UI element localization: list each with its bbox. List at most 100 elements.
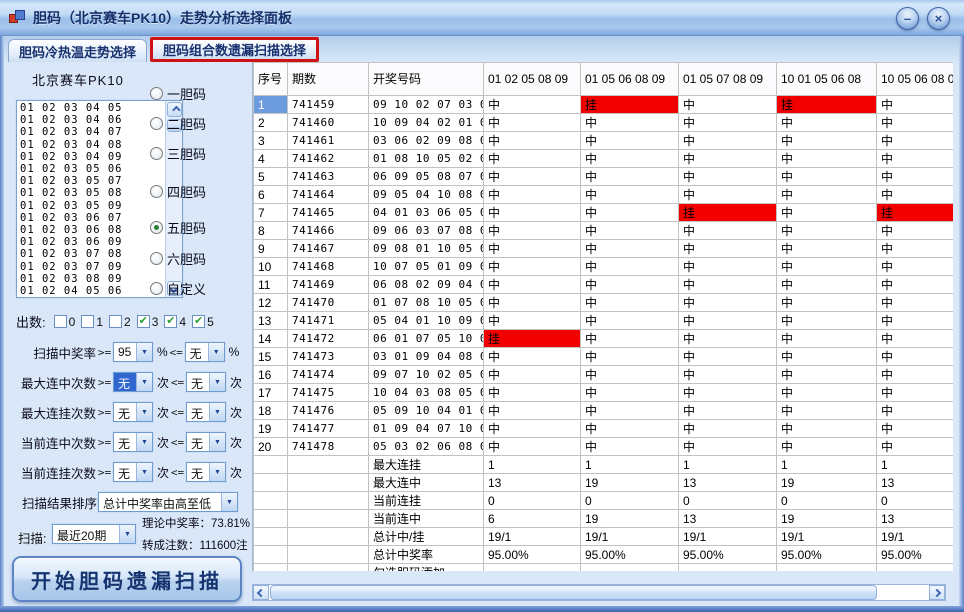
checkbox-out-5[interactable]: ✔5 — [192, 315, 214, 329]
cell-index[interactable]: 10 — [254, 258, 288, 276]
checkbox-out-2[interactable]: 2 — [109, 315, 131, 329]
cell-period[interactable]: 741464 — [288, 186, 369, 204]
cell-period[interactable]: 741472 — [288, 330, 369, 348]
cell-index[interactable]: 3 — [254, 132, 288, 150]
radio-五胆码[interactable]: 五胆码 — [150, 218, 206, 237]
tab-combo-miss-scan[interactable]: 胆码组合数遗漏扫描选择 — [150, 37, 319, 62]
cell-result[interactable]: 中 — [679, 222, 777, 240]
cell-result[interactable]: 中 — [581, 438, 679, 456]
cell-result[interactable]: 中 — [581, 150, 679, 168]
cell-result[interactable]: 挂 — [581, 96, 679, 114]
cell-result[interactable]: 中 — [581, 348, 679, 366]
cell-result[interactable]: 中 — [877, 150, 954, 168]
cell-result[interactable]: 中 — [777, 132, 877, 150]
cell-result[interactable]: 中 — [777, 276, 877, 294]
cell-result[interactable]: 中 — [777, 222, 877, 240]
cell-index[interactable]: 20 — [254, 438, 288, 456]
filter-1-min-dropdown[interactable]: 95▼ — [113, 342, 153, 362]
radio-一胆码[interactable]: 一胆码 — [150, 84, 206, 103]
filter-1-max-dropdown[interactable]: 无▼ — [185, 342, 225, 362]
cell-result[interactable]: 中 — [484, 240, 581, 258]
cell-result[interactable]: 中 — [877, 258, 954, 276]
cell-result[interactable]: 中 — [581, 312, 679, 330]
cell-result[interactable]: 挂 — [877, 204, 954, 222]
cell-result[interactable]: 中 — [679, 168, 777, 186]
cell-result[interactable]: 中 — [777, 258, 877, 276]
cell-result[interactable]: 中 — [484, 132, 581, 150]
cell-draw-numbers[interactable]: 09 07 10 02 05 06 — [369, 366, 484, 384]
cell-result[interactable]: 中 — [679, 366, 777, 384]
cell-draw-numbers[interactable]: 06 01 07 05 10 04 — [369, 330, 484, 348]
filter-5-min-dropdown[interactable]: 无▼ — [113, 462, 153, 482]
scrollbar-track[interactable] — [269, 585, 929, 600]
cell-period[interactable]: 741466 — [288, 222, 369, 240]
cell-result[interactable]: 中 — [777, 204, 877, 222]
cell-result[interactable]: 中 — [484, 150, 581, 168]
chevron-down-icon[interactable]: ▼ — [136, 433, 152, 451]
cell-result[interactable]: 中 — [877, 96, 954, 114]
cell-draw-numbers[interactable]: 10 04 03 08 05 01 — [369, 384, 484, 402]
cell-result[interactable]: 中 — [777, 330, 877, 348]
cell-result[interactable]: 中 — [777, 348, 877, 366]
radio-自定义[interactable]: 自定义 — [150, 279, 206, 298]
cell-draw-numbers[interactable]: 01 09 04 07 10 05 — [369, 420, 484, 438]
cell-draw-numbers[interactable]: 06 09 05 08 07 04 — [369, 168, 484, 186]
cell-result[interactable]: 中 — [581, 276, 679, 294]
cell-result[interactable]: 中 — [777, 186, 877, 204]
cell-result[interactable]: 中 — [679, 402, 777, 420]
cell-period[interactable]: 741470 — [288, 294, 369, 312]
cell-index[interactable]: 4 — [254, 150, 288, 168]
chevron-down-icon[interactable]: ▼ — [221, 493, 237, 511]
radio-三胆码[interactable]: 三胆码 — [150, 144, 206, 163]
sort-order-dropdown[interactable]: 总计中奖率由高至低 ▼ — [98, 492, 238, 512]
cell-period[interactable]: 741463 — [288, 168, 369, 186]
radio-四胆码[interactable]: 四胆码 — [150, 182, 206, 201]
filter-2-max-dropdown[interactable]: 无▼ — [186, 372, 226, 392]
cell-period[interactable]: 741460 — [288, 114, 369, 132]
cell-result[interactable]: 中 — [679, 150, 777, 168]
cell-result[interactable]: 中 — [777, 240, 877, 258]
cell-result[interactable]: 中 — [679, 96, 777, 114]
cell-result[interactable]: 中 — [877, 168, 954, 186]
cell-result[interactable]: 中 — [777, 438, 877, 456]
chevron-down-icon[interactable]: ▼ — [208, 343, 224, 361]
cell-result[interactable]: 中 — [679, 438, 777, 456]
cell-draw-numbers[interactable]: 05 09 10 04 01 08 — [369, 402, 484, 420]
cell-result[interactable]: 中 — [777, 420, 877, 438]
chevron-down-icon[interactable]: ▼ — [136, 373, 152, 391]
cell-index[interactable]: 1 — [254, 96, 288, 114]
close-button[interactable]: × — [927, 7, 950, 30]
cell-result[interactable]: 中 — [777, 168, 877, 186]
cell-result[interactable]: 中 — [581, 330, 679, 348]
cell-period[interactable]: 741478 — [288, 438, 369, 456]
cell-result[interactable]: 中 — [581, 132, 679, 150]
chevron-down-icon[interactable]: ▼ — [209, 433, 225, 451]
checkbox-out-3[interactable]: ✔3 — [137, 315, 159, 329]
cell-result[interactable]: 中 — [581, 366, 679, 384]
cell-result[interactable]: 中 — [877, 330, 954, 348]
cell-result[interactable]: 中 — [679, 348, 777, 366]
cell-result[interactable]: 中 — [484, 186, 581, 204]
cell-result[interactable]: 挂 — [484, 330, 581, 348]
cell-draw-numbers[interactable]: 03 06 02 09 08 01 — [369, 132, 484, 150]
cell-result[interactable]: 中 — [581, 258, 679, 276]
cell-result[interactable]: 中 — [777, 384, 877, 402]
cell-draw-numbers[interactable]: 10 09 04 02 01 08 — [369, 114, 484, 132]
horizontal-scrollbar[interactable] — [252, 584, 946, 601]
cell-result[interactable]: 中 — [877, 438, 954, 456]
cell-period[interactable]: 741462 — [288, 150, 369, 168]
cell-result[interactable]: 中 — [484, 168, 581, 186]
cell-draw-numbers[interactable]: 05 03 02 06 08 07 — [369, 438, 484, 456]
chevron-down-icon[interactable]: ▼ — [136, 343, 152, 361]
cell-index[interactable]: 16 — [254, 366, 288, 384]
chevron-down-icon[interactable]: ▼ — [209, 373, 225, 391]
chevron-down-icon[interactable]: ▼ — [136, 403, 152, 421]
cell-result[interactable]: 中 — [777, 114, 877, 132]
cell-result[interactable]: 中 — [679, 330, 777, 348]
cell-result[interactable]: 中 — [484, 366, 581, 384]
cell-period[interactable]: 741465 — [288, 204, 369, 222]
cell-result[interactable]: 中 — [777, 150, 877, 168]
cell-result[interactable]: 中 — [484, 312, 581, 330]
filter-4-min-dropdown[interactable]: 无▼ — [113, 432, 153, 452]
cell-result[interactable]: 中 — [581, 204, 679, 222]
